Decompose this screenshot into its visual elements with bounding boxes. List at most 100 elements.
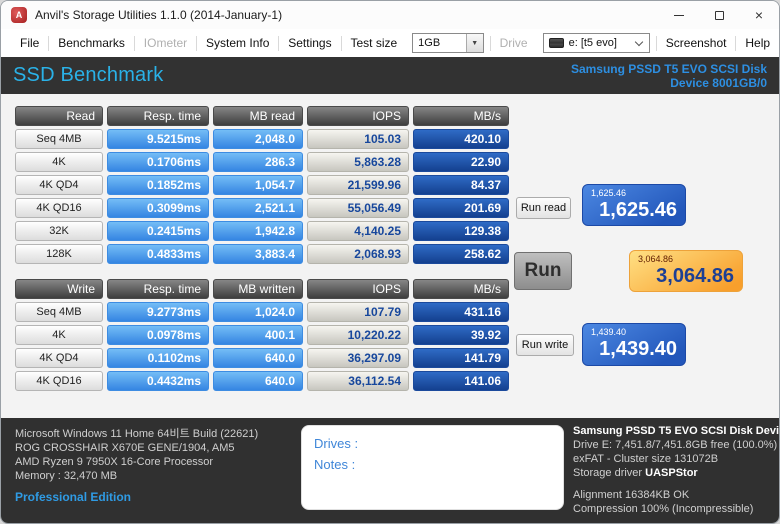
iops-cell: 2,068.93	[307, 244, 409, 264]
menu-help[interactable]: Help	[736, 36, 779, 50]
mb-read-cell: 2,048.0	[213, 129, 303, 149]
mbs-cell: 258.62	[413, 244, 509, 264]
write-score-box: 1,439.40 1,439.40	[582, 323, 686, 366]
app-icon: A	[11, 7, 27, 23]
row-label: 4K QD16	[15, 198, 103, 218]
menu-benchmarks[interactable]: Benchmarks	[49, 36, 134, 50]
table-row: 4K QD16 0.3099ms 2,521.1 55,056.49 201.6…	[15, 198, 509, 218]
row-label: Seq 4MB	[15, 302, 103, 322]
total-score-large: 3,064.86	[638, 264, 734, 288]
table-row: Seq 4MB 9.2773ms 1,024.0 107.79 431.16	[15, 302, 509, 322]
iops-cell: 21,599.96	[307, 175, 409, 195]
edition-label: Professional Edition	[15, 490, 258, 504]
row-label: 4K QD4	[15, 348, 103, 368]
table-row: 4K QD4 0.1852ms 1,054.7 21,599.96 84.37	[15, 175, 509, 195]
run-write-button[interactable]: Run write	[516, 334, 574, 356]
resp-time-cell: 9.2773ms	[107, 302, 209, 322]
total-score-box: 3,064.86 3,064.86	[629, 250, 743, 292]
column-header: Resp. time	[107, 106, 209, 126]
iops-cell: 105.03	[307, 129, 409, 149]
drive-value: e: [t5 evo]	[564, 37, 622, 49]
mb-written-cell: 1,024.0	[213, 302, 303, 322]
column-header: MB/s	[413, 106, 509, 126]
device-name: Samsung PSSD T5 EVO SCSI Disk	[571, 62, 767, 76]
page-title: SSD Benchmark	[13, 64, 163, 87]
resp-time-cell: 0.4833ms	[107, 244, 209, 264]
menu-screenshot[interactable]: Screenshot	[657, 36, 736, 50]
mbs-cell: 39.92	[413, 325, 509, 345]
iops-cell: 36,297.09	[307, 348, 409, 368]
mb-read-cell: 2,521.1	[213, 198, 303, 218]
drive-info-block: Samsung PSSD T5 EVO SCSI Disk Device Dri…	[573, 424, 780, 516]
device-capacity: Device 8001GB/0	[571, 76, 767, 90]
maximize-button[interactable]	[699, 1, 739, 29]
read-score-large: 1,625.46	[591, 198, 677, 222]
device-info: Samsung PSSD T5 EVO SCSI Disk Device 800…	[571, 62, 767, 90]
table-row: 128K 0.4833ms 3,883.4 2,068.93 258.62	[15, 244, 509, 264]
row-label: 32K	[15, 221, 103, 241]
drive-label: Drive	[491, 36, 537, 50]
resp-time-cell: 0.1852ms	[107, 175, 209, 195]
chevron-down-icon[interactable]: ▼	[466, 34, 483, 52]
column-header: Resp. time	[107, 279, 209, 299]
row-label: 128K	[15, 244, 103, 264]
resp-time-cell: 0.3099ms	[107, 198, 209, 218]
storage-driver-value: UASPStor	[645, 467, 698, 479]
menubar: File Benchmarks IOmeter System Info Sett…	[1, 29, 779, 57]
write-header-row: Write Resp. time MB written IOPS MB/s	[15, 279, 509, 299]
write-score-small: 1,439.40	[591, 327, 677, 337]
mbs-cell: 141.06	[413, 371, 509, 391]
mbs-cell: 141.79	[413, 348, 509, 368]
mb-read-cell: 1,054.7	[213, 175, 303, 195]
minimize-button[interactable]	[659, 1, 699, 29]
system-info-block: Microsoft Windows 11 Home 64비트 Build (22…	[15, 427, 258, 504]
spacer	[573, 480, 780, 488]
compression-info: Compression 100% (Incompressible)	[573, 502, 780, 516]
notes-box[interactable]: Drives : Notes :	[301, 425, 564, 510]
column-header: MB written	[213, 279, 303, 299]
resp-time-cell: 0.1706ms	[107, 152, 209, 172]
table-row: Seq 4MB 9.5215ms 2,048.0 105.03 420.10	[15, 129, 509, 149]
row-label: 4K	[15, 152, 103, 172]
notes-label: Notes :	[314, 454, 551, 475]
column-header: Read	[15, 106, 103, 126]
row-label: 4K	[15, 325, 103, 345]
read-score-box: 1,625.46 1,625.46	[582, 184, 686, 226]
table-row: 4K 0.1706ms 286.3 5,863.28 22.90	[15, 152, 509, 172]
mbs-cell: 129.38	[413, 221, 509, 241]
mbs-cell: 22.90	[413, 152, 509, 172]
mb-written-cell: 640.0	[213, 371, 303, 391]
test-size-select[interactable]: 1GB ▼	[412, 33, 484, 53]
minimize-icon	[674, 15, 684, 16]
mb-read-cell: 1,942.8	[213, 221, 303, 241]
footer: Microsoft Windows 11 Home 64비트 Build (22…	[1, 418, 779, 523]
menu-system-info[interactable]: System Info	[197, 36, 278, 50]
mbs-cell: 84.37	[413, 175, 509, 195]
drive-filesystem: exFAT - Cluster size 131072B	[573, 452, 780, 466]
close-button[interactable]: ×	[739, 1, 779, 29]
resp-time-cell: 0.4432ms	[107, 371, 209, 391]
mbs-cell: 420.10	[413, 129, 509, 149]
run-button[interactable]: Run	[514, 252, 572, 290]
benchmark-header-band: SSD Benchmark Samsung PSSD T5 EVO SCSI D…	[1, 57, 779, 94]
storage-driver-label: Storage driver	[573, 467, 642, 479]
column-header: Write	[15, 279, 103, 299]
mbs-cell: 431.16	[413, 302, 509, 322]
motherboard-info: ROG CROSSHAIR X670E GENE/1904, AM5	[15, 441, 258, 455]
iops-cell: 10,220.22	[307, 325, 409, 345]
drive-select[interactable]: e: [t5 evo]	[543, 33, 650, 53]
column-header: MB/s	[413, 279, 509, 299]
table-row: 4K QD4 0.1102ms 640.0 36,297.09 141.79	[15, 348, 509, 368]
mb-written-cell: 640.0	[213, 348, 303, 368]
mb-read-cell: 286.3	[213, 152, 303, 172]
resp-time-cell: 9.5215ms	[107, 129, 209, 149]
window-title: Anvil's Storage Utilities 1.1.0 (2014-Ja…	[35, 8, 282, 22]
read-score-small: 1,625.46	[591, 188, 677, 198]
menu-file[interactable]: File	[11, 36, 48, 50]
run-read-button[interactable]: Run read	[516, 197, 571, 219]
menu-settings[interactable]: Settings	[279, 36, 340, 50]
read-table: Read Resp. time MB read IOPS MB/s Seq 4M…	[15, 106, 509, 267]
os-info: Microsoft Windows 11 Home 64비트 Build (22…	[15, 427, 258, 441]
read-header-row: Read Resp. time MB read IOPS MB/s	[15, 106, 509, 126]
column-header: IOPS	[307, 279, 409, 299]
